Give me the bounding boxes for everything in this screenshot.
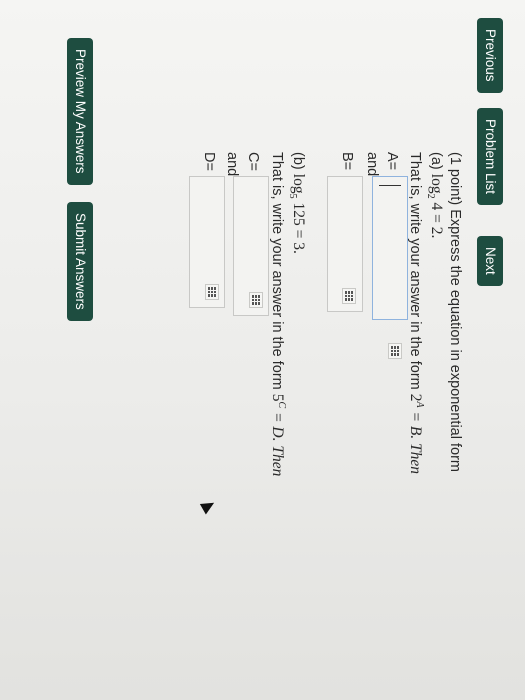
field-label-a: A=	[384, 152, 400, 171]
preview-answers-button[interactable]: Preview My Answers	[67, 38, 93, 185]
submit-answers-button[interactable]: Submit Answers	[67, 202, 93, 321]
part-a-statement: (a) log2 4 = 2.	[424, 152, 445, 239]
next-button[interactable]: Next	[477, 236, 503, 286]
equation-palette-icon[interactable]	[205, 284, 219, 300]
answer-a-input[interactable]	[372, 176, 408, 320]
and-label-a: and	[364, 152, 380, 177]
field-label-b: B=	[339, 152, 355, 171]
webwork-page: Previous Problem List Next (1 point) Exp…	[0, 0, 525, 700]
part-a-instruction: That is, write your answer in the form 2…	[406, 152, 425, 475]
equation-palette-icon[interactable]	[342, 288, 356, 304]
field-label-d: D=	[201, 152, 217, 171]
mouse-pointer-icon	[199, 497, 218, 515]
previous-button[interactable]: Previous	[477, 18, 503, 93]
text-caret	[379, 185, 401, 186]
part-b-statement: (b) log5 125 = 3.	[286, 152, 307, 254]
part-b-instruction: That is, write your answer in the form 5…	[268, 152, 287, 477]
equation-palette-icon[interactable]	[249, 292, 263, 308]
problem-list-button[interactable]: Problem List	[477, 108, 503, 206]
problem-intro: (1 point) Express the equation in expone…	[447, 152, 463, 472]
equation-palette-icon[interactable]	[388, 343, 402, 359]
field-label-c: C=	[245, 152, 261, 171]
and-label-c: and	[224, 152, 240, 177]
